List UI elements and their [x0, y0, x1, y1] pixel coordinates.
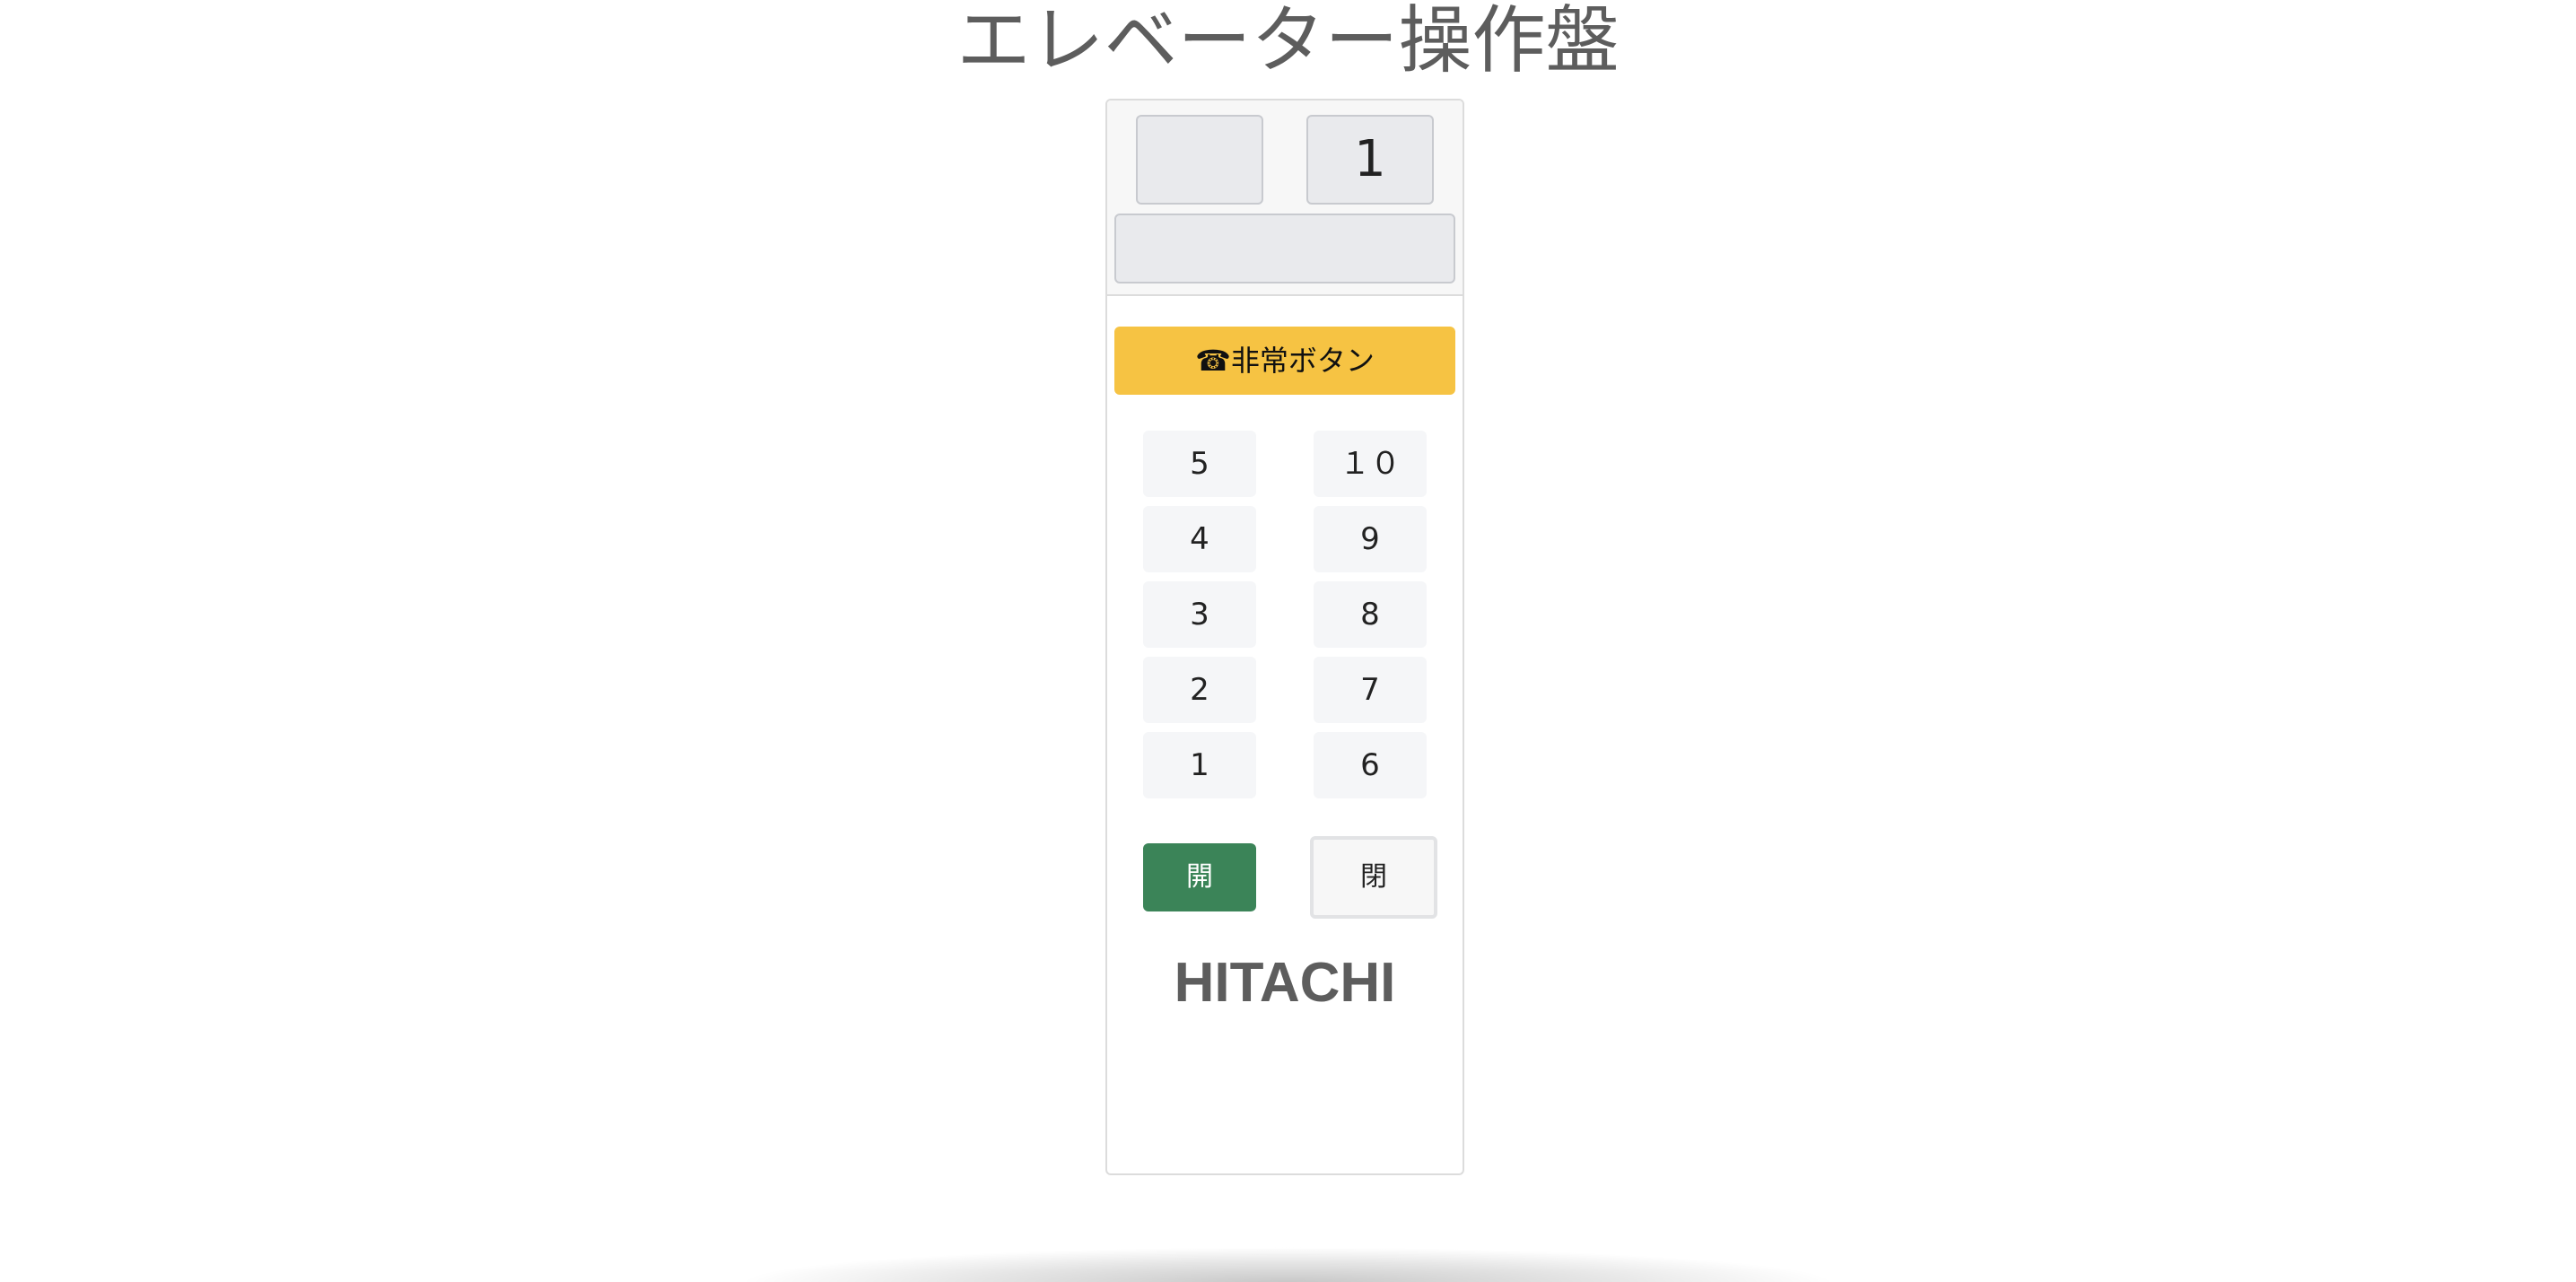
floor-button-6[interactable]: 6: [1314, 732, 1427, 798]
page: エレベーター操作盤 1 ☎非常ボタン 5 4 3 2 1 １０ 9 8 7 6 …: [0, 0, 2576, 1282]
panel-header: 1: [1107, 100, 1463, 296]
floor-button-7[interactable]: 7: [1314, 657, 1427, 723]
bottom-shadow: [736, 1247, 1839, 1282]
door-open-button[interactable]: 開: [1143, 843, 1256, 911]
floor-button-2[interactable]: 2: [1143, 657, 1256, 723]
floor-button-8[interactable]: 8: [1314, 581, 1427, 648]
emergency-button[interactable]: ☎非常ボタン: [1114, 327, 1455, 395]
floor-button-5[interactable]: 5: [1143, 431, 1256, 497]
door-close-button[interactable]: 閉: [1310, 836, 1437, 919]
page-title: エレベーター操作盤: [956, 0, 1620, 83]
floor-button-9[interactable]: 9: [1314, 506, 1427, 572]
message-display: [1114, 214, 1455, 283]
floor-button-3[interactable]: 3: [1143, 581, 1256, 648]
floor-button-10[interactable]: １０: [1314, 431, 1427, 497]
brand-logo: HITACHI: [1174, 952, 1396, 1014]
elevator-panel: 1 ☎非常ボタン 5 4 3 2 1 １０ 9 8 7 6 開 閉 HITACH…: [1105, 99, 1464, 1175]
floor-button-4[interactable]: 4: [1143, 506, 1256, 572]
floor-button-1[interactable]: 1: [1143, 732, 1256, 798]
floor-display: 1: [1306, 115, 1434, 205]
direction-display: [1136, 115, 1263, 205]
